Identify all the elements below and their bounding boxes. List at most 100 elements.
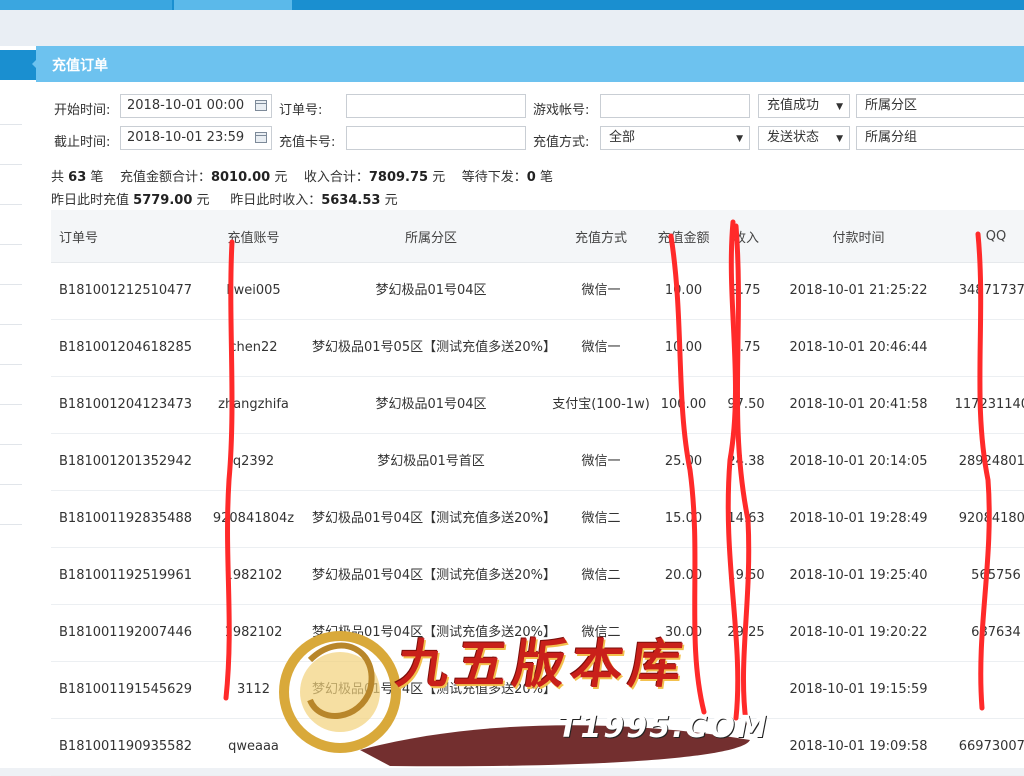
chevron-down-icon: ▼ <box>736 134 743 144</box>
sub-header-band <box>0 10 1024 47</box>
col-qq[interactable]: QQ <box>941 210 1024 263</box>
cell-income: 19.50 <box>716 547 776 605</box>
cell-server: 梦幻极品01号04区【测试充值多送20%】 <box>311 604 556 662</box>
cell-order: B181001190935582 <box>51 718 196 776</box>
cell-amount: 10.00 <box>651 319 716 377</box>
table-row[interactable]: B181001190935582 qweaaa 2018-10-01 19:09:5… <box>51 718 1024 776</box>
table-row[interactable]: B181001192007446 1982102 梦幻极品01号04区【测试充值多送… <box>51 604 1024 662</box>
cell-order: B181001191545629 <box>51 661 196 719</box>
cell-method: 微信二 <box>551 547 651 605</box>
calendar-icon[interactable] <box>255 132 267 143</box>
table-row[interactable]: B181001192519961 1982102 梦幻极品01号04区【测试充值多送… <box>51 547 1024 605</box>
cell-account: 3112 <box>196 661 311 719</box>
summary-line-2: 昨日此时充值 5779.00 元 昨日此时收入：5634.53 元 <box>51 193 398 208</box>
cell-qq: 1172311402 <box>941 376 1024 434</box>
cell-amount: 10.00 <box>651 262 716 320</box>
cell-order: B181001192007446 <box>51 604 196 662</box>
cell-order: B181001204618285 <box>51 319 196 377</box>
group-select[interactable]: 所属分组 <box>856 126 1024 150</box>
table-row[interactable]: B181001204123473 zhangzhifa 梦幻极品01号04区 支付宝(… <box>51 376 1024 434</box>
cell-income: 14.63 <box>716 490 776 548</box>
col-time[interactable]: 付款时间 <box>776 210 941 263</box>
sidebar-active-item[interactable] <box>0 50 36 80</box>
table-row[interactable]: B181001191545629 3112 梦幻极品01号04区【测试充值多送20%… <box>51 661 1024 719</box>
cell-time: 2018-10-01 20:41:58 <box>776 376 941 434</box>
server-select[interactable]: 所属分区 <box>856 94 1024 118</box>
game-account-input[interactable] <box>600 94 750 118</box>
cell-account: q2392 <box>196 433 311 491</box>
top-bar-tab[interactable] <box>0 0 172 10</box>
cell-server: 梦幻极品01号04区【测试充值多送20%】 <box>311 547 556 605</box>
cell-account: chen22 <box>196 319 311 377</box>
panel-title: 充值订单 <box>52 58 108 74</box>
col-method[interactable]: 充值方式 <box>551 210 651 263</box>
cell-account: 1982102 <box>196 547 311 605</box>
cell-method <box>551 718 651 776</box>
cell-order: B181001192519961 <box>51 547 196 605</box>
summary-line-1: 共 63 笔 充值金额合计：8010.00 元 收入合计：7809.75 元 等… <box>51 170 553 185</box>
col-server[interactable]: 所属分区 <box>311 210 551 263</box>
chevron-down-icon: ▼ <box>836 102 843 112</box>
table-row[interactable]: B181001201352942 q2392 梦幻极品01号首区 微信一 25.00 24… <box>51 433 1024 491</box>
cell-server: 梦幻极品01号04区【测试充值多送20%】 <box>311 661 556 719</box>
cell-method <box>551 661 651 719</box>
pay-method-label: 充值方式: <box>533 135 590 150</box>
cell-method: 微信一 <box>551 433 651 491</box>
cell-qq: 565756 <box>941 547 1024 605</box>
game-account-label: 游戏帐号: <box>533 103 590 118</box>
panel-header: 充值订单 <box>32 46 1024 82</box>
col-income[interactable]: 收入 <box>716 210 776 263</box>
cell-server: 梦幻极品01号首区 <box>311 433 551 491</box>
order-no-input[interactable] <box>346 94 526 118</box>
pay-method-select[interactable]: 全部 ▼ <box>600 126 750 150</box>
start-time-label: 开始时间: <box>54 103 111 118</box>
top-bar <box>0 0 1024 10</box>
income-total: 7809.75 <box>368 170 429 185</box>
cell-time: 2018-10-01 19:28:49 <box>776 490 941 548</box>
cell-qq: 920841804 <box>941 490 1024 548</box>
cell-server: 梦幻极品01号05区【测试充值多送20%】 <box>311 319 556 377</box>
col-account[interactable]: 充值账号 <box>196 210 311 263</box>
table-row[interactable]: B181001204618285 chen22 梦幻极品01号05区【测试充值多送2… <box>51 319 1024 377</box>
cell-amount: 25.00 <box>651 433 716 491</box>
table-row[interactable]: B181001212510477 liwei005 梦幻极品01号04区 微信一 10.… <box>51 262 1024 320</box>
cell-income <box>716 661 776 719</box>
cell-account: 1982102 <box>196 604 311 662</box>
pending-count: 0 <box>526 170 536 185</box>
cell-time: 2018-10-01 19:20:22 <box>776 604 941 662</box>
col-order[interactable]: 订单号 <box>51 210 196 263</box>
cell-income: 9.75 <box>716 262 776 320</box>
status-select[interactable]: 充值成功 ▼ <box>758 94 850 118</box>
cell-time: 2018-10-01 19:25:40 <box>776 547 941 605</box>
left-sidebar <box>0 46 37 768</box>
cell-server: 梦幻极品01号04区 <box>311 376 551 434</box>
calendar-icon[interactable] <box>255 100 267 111</box>
amount-total: 8010.00 <box>210 170 271 185</box>
cell-account: 920841804z <box>196 490 311 548</box>
cell-income: 97.50 <box>716 376 776 434</box>
cell-order: B181001201352942 <box>51 433 196 491</box>
yesterday-income: 5634.53 <box>321 193 381 208</box>
cell-amount <box>651 661 716 719</box>
cell-time: 2018-10-01 19:15:59 <box>776 661 941 719</box>
cell-method: 支付宝(100-1w) <box>551 376 651 434</box>
start-time-input[interactable]: 2018-10-01 00:00 <box>120 94 272 118</box>
top-bar-tab-active[interactable] <box>174 0 292 10</box>
cell-time: 2018-10-01 19:09:58 <box>776 718 941 776</box>
end-time-input[interactable]: 2018-10-01 23:59 <box>120 126 272 150</box>
cell-amount: 15.00 <box>651 490 716 548</box>
cell-qq: 289248019 <box>941 433 1024 491</box>
orders-table: 订单号 充值账号 所属分区 充值方式 充值金额 收入 付款时间 QQ B1810… <box>51 210 1024 776</box>
col-amount[interactable]: 充值金额 <box>651 210 716 263</box>
send-status-select[interactable]: 发送状态 ▼ <box>758 126 850 150</box>
card-no-label: 充值卡号: <box>279 135 336 150</box>
cell-qq <box>941 319 1024 377</box>
cell-account: zhangzhifa <box>196 376 311 434</box>
recharge-order-panel: 充值订单 开始时间: 2018-10-01 00:00 订单号: 游戏帐号: 充… <box>32 46 1024 776</box>
card-no-input[interactable] <box>346 126 526 150</box>
cell-time: 2018-10-01 21:25:22 <box>776 262 941 320</box>
cell-method: 微信二 <box>551 490 651 548</box>
yesterday-charge: 5779.00 <box>133 193 193 208</box>
table-row[interactable]: B181001192835488 920841804z 梦幻极品01号04区【测试充… <box>51 490 1024 548</box>
cell-method: 微信二 <box>551 604 651 662</box>
